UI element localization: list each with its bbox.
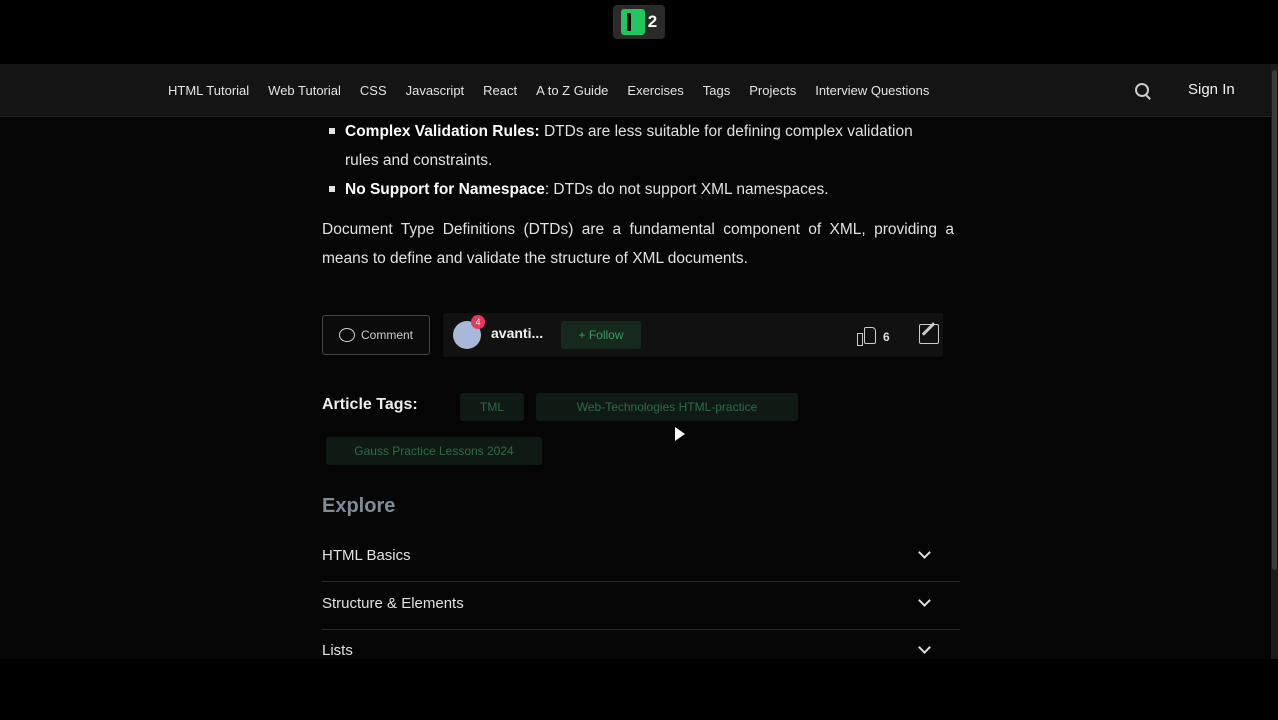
accordion-label: HTML Basics: [322, 547, 411, 564]
list-item-title: No Support for Namespace: [345, 181, 545, 198]
nav-link-interview-questions[interactable]: Interview Questions: [815, 83, 929, 98]
nav-link-javascript[interactable]: Javascript: [406, 83, 465, 98]
accordion-item-html-basics[interactable]: HTML Basics: [322, 535, 960, 582]
accordion-label: Structure & Elements: [322, 595, 464, 612]
search-icon[interactable]: [1134, 82, 1152, 100]
limitations-list: Complex Validation Rules: DTDs are less …: [322, 117, 942, 204]
edit-icon[interactable]: [919, 324, 939, 344]
nav-link-web-tutorial[interactable]: Web Tutorial: [268, 83, 341, 98]
accordion-label: Lists: [322, 642, 353, 659]
mouse-cursor-icon: [675, 427, 685, 441]
navbar: HTML Tutorial Web Tutorial CSS Javascrip…: [0, 64, 1278, 117]
nav-link-projects[interactable]: Projects: [749, 83, 796, 98]
chevron-down-icon: [918, 641, 931, 654]
nav-link-react[interactable]: React: [483, 83, 517, 98]
tag-chip[interactable]: TML: [460, 393, 524, 421]
thumbs-up-icon[interactable]: [857, 325, 877, 346]
top-bar: 2: [0, 0, 1278, 64]
scrollbar-thumb[interactable]: [1272, 70, 1277, 570]
app-badge: 2: [613, 5, 665, 39]
chevron-down-icon: [918, 594, 931, 607]
avatar-badge: 4: [471, 315, 485, 329]
accordion-item-lists[interactable]: Lists: [322, 630, 960, 659]
author-box: 4 avanti... + Follow 6: [443, 313, 943, 357]
tag-chip[interactable]: Web-Technologies HTML-practice: [536, 393, 798, 421]
like-count: 6: [883, 330, 890, 344]
comment-button[interactable]: Comment: [322, 315, 430, 355]
badge-number: 2: [647, 12, 658, 31]
list-item: No Support for Namespace: DTDs do not su…: [322, 175, 942, 204]
author-name[interactable]: avanti...: [491, 325, 543, 341]
article-action-bar: Comment 4 avanti... + Follow 6: [322, 313, 943, 359]
k-logo-icon: [620, 9, 645, 35]
list-item-title: Complex Validation Rules:: [345, 123, 540, 140]
bottom-letterbox: [0, 659, 1278, 720]
list-item-text: : DTDs do not support XML namespaces.: [544, 181, 829, 198]
chevron-down-icon: [918, 546, 931, 559]
list-item: Complex Validation Rules: DTDs are less …: [322, 117, 942, 175]
nav-link-html-tutorial[interactable]: HTML Tutorial: [168, 83, 249, 98]
article-content: Complex Validation Rules: DTDs are less …: [0, 117, 1270, 659]
explore-heading: Explore: [322, 495, 396, 517]
article-tags-label: Article Tags:: [322, 396, 418, 413]
sign-in-button[interactable]: Sign In: [1188, 81, 1235, 98]
follow-button[interactable]: + Follow: [561, 321, 641, 349]
nav-link-exercises[interactable]: Exercises: [627, 83, 683, 98]
nav-link-css[interactable]: CSS: [360, 83, 387, 98]
comment-label: Comment: [360, 328, 413, 342]
nav-link-a-to-z-guide[interactable]: A to Z Guide: [536, 83, 608, 98]
summary-paragraph: Document Type Definitions (DTDs) are a f…: [322, 221, 954, 267]
nav-link-tags[interactable]: Tags: [703, 83, 730, 98]
tag-chip[interactable]: Gauss Practice Lessons 2024: [326, 437, 542, 465]
comment-icon: [338, 328, 355, 342]
accordion-item-structure-elements[interactable]: Structure & Elements: [322, 583, 960, 630]
nav-links: HTML Tutorial Web Tutorial CSS Javascrip…: [168, 64, 929, 116]
